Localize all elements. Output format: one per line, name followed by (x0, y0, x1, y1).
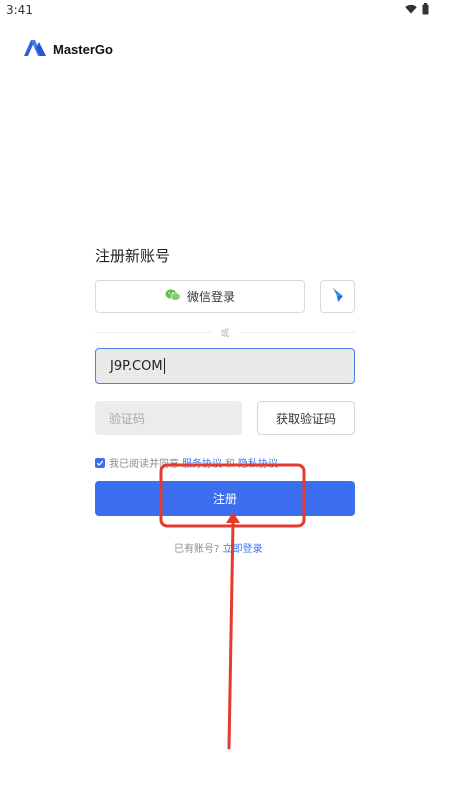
battery-icon (422, 3, 429, 15)
app-logo: MasterGo (24, 38, 113, 60)
check-icon (96, 460, 104, 466)
terms-link[interactable]: 服务协议 (182, 455, 222, 470)
divider-line-right (239, 331, 356, 333)
agreement-and: 和 (225, 459, 235, 470)
status-icons (405, 3, 429, 15)
account-input[interactable]: J9P.COM (95, 348, 355, 384)
status-time: 3:41 (6, 3, 33, 17)
agreement-prefix: 我已阅读并同意 (109, 459, 179, 470)
wifi-icon (405, 4, 417, 14)
register-screen: 3:41 MasterGo 注册新账号 微信登录 或 J9P.COM 验证码 获… (0, 0, 450, 800)
text-caret (163, 358, 165, 374)
page-title: 注册新账号 (95, 247, 171, 265)
wechat-icon (165, 288, 181, 305)
login-link[interactable]: 立即登录 (223, 544, 263, 555)
agreement-checkbox[interactable] (95, 457, 105, 468)
code-placeholder: 验证码 (109, 411, 146, 426)
agreement-row: 我已阅读并同意 服务协议 和 隐私协议 (95, 455, 281, 470)
register-button[interactable]: 注册 (95, 481, 355, 516)
wechat-login-button[interactable]: 微信登录 (95, 280, 305, 313)
login-prompt-text: 已有账号? (174, 544, 220, 555)
feishu-icon (331, 287, 345, 307)
verification-code-input[interactable]: 验证码 (95, 401, 242, 435)
login-prompt: 已有账号? 立即登录 (174, 540, 263, 555)
mastergo-logo-icon (24, 38, 48, 60)
divider-text: 或 (220, 328, 230, 339)
feishu-login-button[interactable] (320, 280, 355, 313)
get-code-button[interactable]: 获取验证码 (257, 401, 355, 435)
annotation-arrow-line (227, 520, 235, 750)
account-input-value: J9P.COM (110, 358, 163, 374)
annotation-overlay (159, 463, 306, 750)
or-divider: 或 (95, 326, 356, 339)
app-name: MasterGo (53, 41, 113, 57)
status-bar: 3:41 (0, 0, 450, 20)
privacy-link[interactable]: 隐私协议 (238, 455, 278, 470)
wechat-login-label: 微信登录 (186, 290, 235, 304)
divider-line-left (95, 331, 211, 333)
